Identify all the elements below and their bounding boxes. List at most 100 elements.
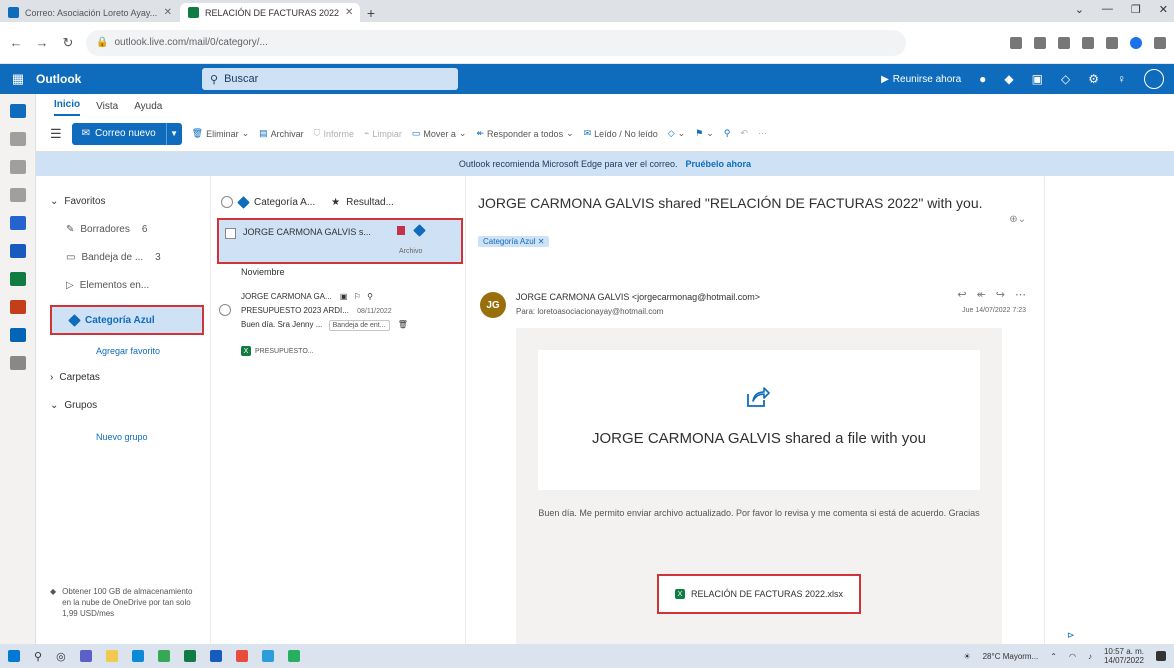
tab-inicio[interactable]: Inicio: [54, 99, 81, 116]
browser-tab-excel[interactable]: RELACIÓN DE FACTURAS 2022 ✕: [180, 3, 360, 22]
report-button[interactable]: ⛉ Informe: [314, 128, 354, 139]
hamburger-menu-icon[interactable]: ☰: [50, 126, 62, 142]
weather-text[interactable]: 28°C Mayorm...: [983, 652, 1039, 661]
attach-icon[interactable]: [9, 188, 26, 202]
browser-tab-outlook[interactable]: Correo: Asociación Loreto Ayay... ✕: [0, 3, 180, 22]
more-options-button[interactable]: ⋯: [758, 128, 767, 139]
folder-chip[interactable]: Bandeja de ent...: [328, 320, 390, 331]
favorites-section[interactable]: ⌄ Favoritos: [50, 196, 106, 207]
todo-check-icon[interactable]: [9, 216, 26, 230]
message-checkbox[interactable]: [225, 228, 236, 239]
folder-inbox[interactable]: ▭ Bandeja de ... 3: [66, 252, 161, 263]
calendar-icon[interactable]: [9, 132, 26, 146]
forward-arrow-icon[interactable]: →: [34, 35, 50, 50]
list-category-label[interactable]: Categoría A...: [254, 197, 315, 208]
category-tag[interactable]: Categoría Azul ✕: [478, 236, 550, 247]
user-avatar[interactable]: [1144, 69, 1164, 89]
new-mail-dropdown[interactable]: ▼: [165, 122, 182, 145]
flag-icon[interactable]: [397, 226, 405, 235]
speaker-icon[interactable]: ♪: [1088, 652, 1092, 661]
message-checkbox[interactable]: [219, 304, 231, 316]
calendar-icon[interactable]: ▣: [1032, 72, 1043, 86]
search-icon[interactable]: ⚲: [34, 650, 42, 663]
maximize-icon[interactable]: ❐: [1131, 3, 1141, 16]
results-label[interactable]: Resultad...: [346, 197, 394, 208]
lightbulb-icon[interactable]: ♀: [1117, 72, 1126, 86]
url-field[interactable]: 🔒 outlook.live.com/mail/0/category/...: [86, 29, 906, 56]
select-all-checkbox[interactable]: [221, 196, 233, 208]
back-arrow-icon[interactable]: ←: [8, 35, 24, 50]
excel-taskbar-icon[interactable]: [183, 650, 196, 662]
chevron-down-icon[interactable]: ⌄: [1075, 3, 1084, 16]
add-favorite-link[interactable]: Agregar favorito: [96, 346, 160, 356]
bookmark-star-icon[interactable]: [1034, 36, 1046, 49]
edge-icon[interactable]: [131, 650, 144, 662]
teams-icon[interactable]: ◆: [1004, 72, 1013, 86]
pin-button[interactable]: ⚲: [724, 128, 731, 139]
tab-vista[interactable]: Vista: [96, 101, 118, 116]
sender-name[interactable]: JORGE CARMONA GALVIS <jorgecarmonag@hotm…: [516, 292, 760, 302]
read-unread-button[interactable]: ✉ Leído / No leído: [584, 128, 658, 139]
excel-icon[interactable]: [9, 272, 26, 286]
app-launcher-icon[interactable]: ▦: [0, 71, 36, 87]
groups-section[interactable]: ⌄ Grupos: [50, 400, 97, 411]
menu-dots-icon[interactable]: [1154, 36, 1166, 49]
attachment-chip[interactable]: X PRESUPUESTO...: [241, 346, 314, 356]
powerpoint-icon[interactable]: [9, 300, 26, 314]
trash-icon[interactable]: 🗑: [398, 320, 408, 329]
tab-ayuda[interactable]: Ayuda: [134, 101, 162, 116]
bell-icon[interactable]: ◇: [1061, 72, 1070, 86]
new-group-link[interactable]: Nuevo grupo: [96, 432, 148, 442]
scroll-indicator-icon[interactable]: ⊳: [1067, 630, 1075, 641]
meet-now-button[interactable]: ▶ Reunirse ahora: [881, 74, 961, 85]
close-icon[interactable]: ✕: [538, 237, 545, 246]
folder-drafts[interactable]: ✎ Borradores 6: [66, 224, 147, 235]
task-view-icon[interactable]: ◎: [56, 650, 66, 663]
move-to-button[interactable]: ▭ Mover a ⌄: [412, 128, 467, 139]
delete-button[interactable]: 🗑 Eliminar ⌄: [192, 128, 250, 139]
categorize-button[interactable]: ◇ ⌄: [668, 128, 685, 139]
reply-icon[interactable]: ↩: [957, 288, 966, 301]
store-icon[interactable]: [261, 650, 274, 662]
wifi-icon[interactable]: ◠: [1069, 652, 1076, 661]
search-input[interactable]: Buscar: [224, 73, 258, 85]
notifications-icon[interactable]: [1156, 651, 1166, 661]
zoom-icon[interactable]: ⊕⌄: [1009, 214, 1026, 225]
clock[interactable]: 10:57 a. m. 14/07/2022: [1104, 647, 1144, 665]
mail-icon[interactable]: [9, 104, 26, 118]
banner-link[interactable]: Pruébelo ahora: [686, 159, 752, 169]
archive-button[interactable]: ▤ Archivar: [259, 128, 304, 139]
message-item[interactable]: JORGE CARMONA GA... ▣ ⚐ ⚲ PRESUPUESTO 20…: [217, 284, 463, 379]
more-apps-icon[interactable]: [9, 356, 26, 370]
profile-avatar-icon[interactable]: [1130, 36, 1142, 49]
more-dots-icon[interactable]: ⋯: [1015, 288, 1026, 301]
puzzle-icon[interactable]: [1082, 36, 1094, 49]
sweep-button[interactable]: ⌁ Limpiar: [364, 128, 402, 139]
search-box[interactable]: ⚲ Buscar: [202, 68, 458, 90]
extension-icon[interactable]: [1058, 36, 1070, 49]
file-explorer-icon[interactable]: [105, 650, 118, 662]
weather-icon[interactable]: ☀: [963, 652, 970, 661]
skype-icon[interactable]: ●: [979, 72, 986, 86]
reload-icon[interactable]: ↻: [60, 35, 76, 51]
close-tab-icon[interactable]: ✕: [345, 7, 353, 18]
split-view-icon[interactable]: [1106, 36, 1118, 49]
message-item-selected[interactable]: JORGE CARMONA GALVIS s... Archivo: [217, 218, 463, 264]
flag-button[interactable]: ⚑ ⌄: [695, 128, 714, 139]
folder-sent[interactable]: ▷ Elementos en...: [66, 280, 149, 291]
app2-taskbar-icon[interactable]: [287, 650, 300, 662]
folders-section[interactable]: › Carpetas: [50, 372, 100, 383]
widgets-icon[interactable]: [79, 650, 92, 662]
storage-upsell[interactable]: ◆ Obtener 100 GB de almacenamiento en la…: [50, 586, 200, 619]
sender-avatar[interactable]: JG: [480, 292, 506, 318]
close-window-icon[interactable]: ✕: [1159, 3, 1168, 16]
new-mail-button[interactable]: ✉ Correo nuevo: [71, 122, 166, 145]
forward-icon[interactable]: ↪: [996, 288, 1005, 301]
word-icon[interactable]: [9, 244, 26, 258]
share-page-icon[interactable]: [1010, 36, 1022, 49]
reply-all-button[interactable]: ↞ Responder a todos ⌄: [476, 128, 573, 139]
shared-file-button[interactable]: X RELACIÓN DE FACTURAS 2022.xlsx: [657, 574, 861, 614]
gear-icon[interactable]: ⚙: [1088, 72, 1099, 86]
minimize-icon[interactable]: —: [1102, 3, 1113, 16]
word-taskbar-icon[interactable]: [209, 650, 222, 662]
